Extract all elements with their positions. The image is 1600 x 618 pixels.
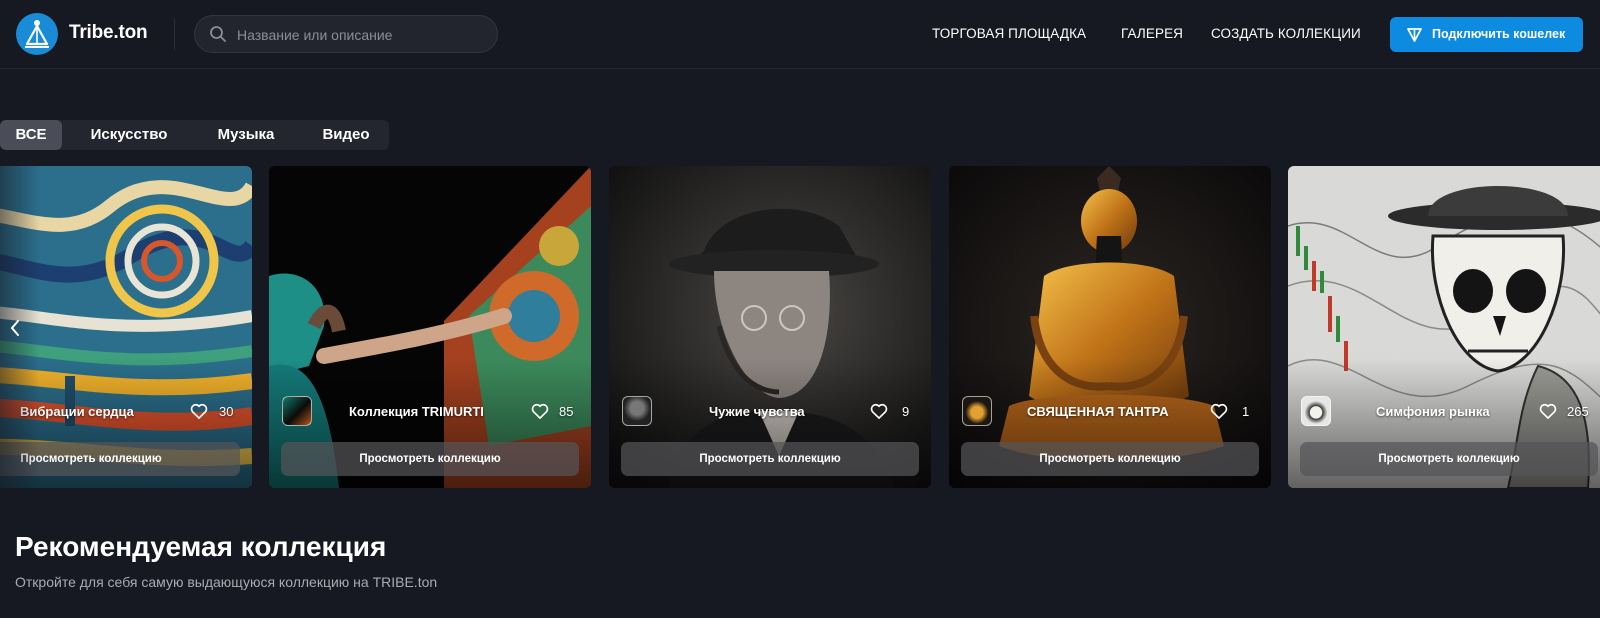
search-box[interactable] <box>194 15 498 54</box>
search-input[interactable] <box>235 16 489 54</box>
likes-count: 265 <box>1567 404 1589 419</box>
collection-card[interactable]: Симфония рынка 265 Просмотреть коллекцию <box>1288 166 1600 488</box>
top-navbar: Tribe.ton ТОРГОВАЯ ПЛОЩАДКА ГАЛЕРЕЯ СОЗД… <box>0 0 1600 69</box>
view-collection-button[interactable]: Просмотреть коллекцию <box>621 442 919 476</box>
ton-diamond-icon <box>1407 28 1422 42</box>
collection-title: СВЯЩЕННАЯ ТАНТРА <box>1027 404 1169 419</box>
tab-music[interactable]: Музыка <box>200 120 292 150</box>
nav-gallery[interactable]: ГАЛЕРЕЯ <box>1121 26 1183 41</box>
collection-card[interactable]: Чужие чувства 9 Просмотреть коллекцию <box>609 166 931 488</box>
heart-icon[interactable] <box>189 401 209 421</box>
collection-card[interactable]: СВЯЩЕННАЯ ТАНТРА 1 Просмотреть коллекцию <box>949 166 1271 488</box>
collection-card[interactable]: Коллекция TRIMURTI 85 Просмотреть коллек… <box>269 166 591 488</box>
category-tabs: ВСЕ Искусство Музыка Видео <box>0 120 389 150</box>
collection-title: Чужие чувства <box>709 404 805 419</box>
featured-section-subtitle: Откройте для себя самую выдающуюся колле… <box>15 574 438 590</box>
chevron-left-icon <box>10 320 19 336</box>
heart-icon[interactable] <box>530 401 550 421</box>
view-collection-button[interactable]: Просмотреть коллекцию <box>961 442 1259 476</box>
tab-all[interactable]: ВСЕ <box>0 120 62 150</box>
tab-art[interactable]: Искусство <box>76 120 182 150</box>
search-icon <box>210 26 226 42</box>
header-divider <box>174 18 175 50</box>
likes-count: 9 <box>902 404 910 419</box>
carousel-prev-button[interactable] <box>0 166 40 488</box>
likes-count: 1 <box>1242 404 1250 419</box>
featured-section-title: Рекомендуемая коллекция <box>15 531 387 562</box>
collection-avatar <box>1301 396 1331 426</box>
collection-avatar <box>622 396 652 426</box>
connect-wallet-button[interactable]: Подключить кошелек <box>1390 17 1583 52</box>
nav-marketplace[interactable]: ТОРГОВАЯ ПЛОЩАДКА <box>932 26 1086 41</box>
logo-text[interactable]: Tribe.ton <box>69 22 148 44</box>
heart-icon[interactable] <box>869 401 889 421</box>
collection-avatar <box>282 396 312 426</box>
tab-video[interactable]: Видео <box>306 120 386 150</box>
nav-create-collections[interactable]: СОЗДАТЬ КОЛЛЕКЦИИ <box>1211 26 1361 41</box>
ton-logo-icon[interactable] <box>16 13 58 55</box>
heart-icon[interactable] <box>1209 401 1229 421</box>
connect-wallet-label: Подключить кошелек <box>1432 27 1566 41</box>
view-collection-button[interactable]: Просмотреть коллекцию <box>1300 442 1598 476</box>
collection-title: Симфония рынка <box>1376 404 1490 419</box>
likes-count: 30 <box>219 404 234 419</box>
view-collection-button[interactable]: Просмотреть коллекцию <box>281 442 579 476</box>
collection-avatar <box>962 396 992 426</box>
collection-title: Коллекция TRIMURTI <box>349 404 484 419</box>
heart-icon[interactable] <box>1538 401 1558 421</box>
likes-count: 85 <box>559 404 574 419</box>
